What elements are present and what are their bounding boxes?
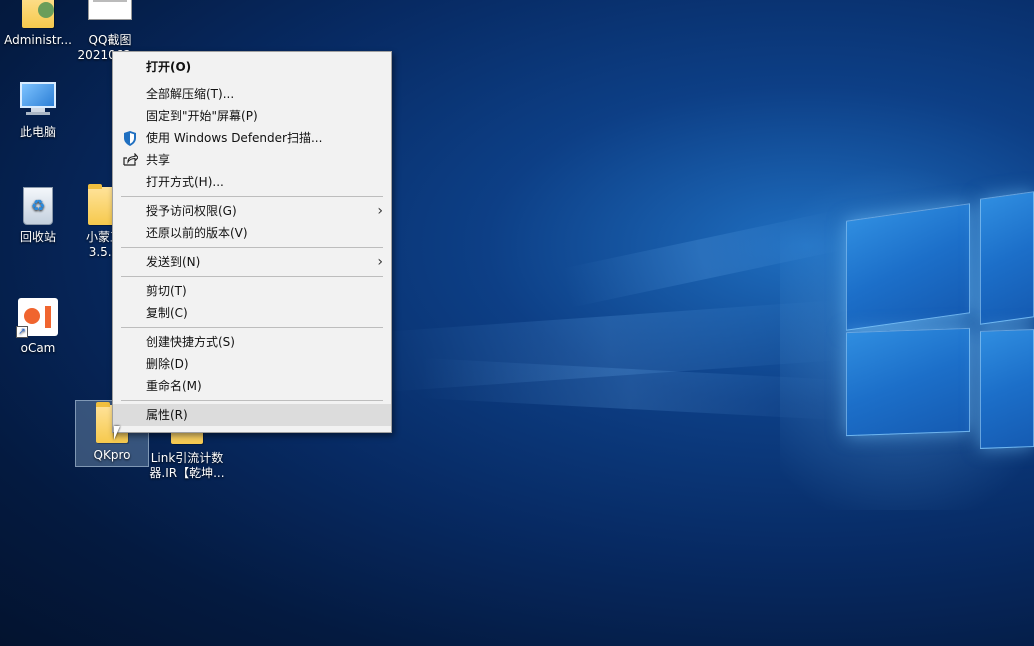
menu-item-open-with[interactable]: 打开方式(H)... bbox=[113, 171, 391, 193]
share-icon bbox=[122, 152, 139, 167]
computer-icon bbox=[16, 82, 60, 122]
menu-item-copy[interactable]: 复制(C) bbox=[113, 302, 391, 324]
desktop-icon-label: QQ截图 bbox=[88, 33, 132, 47]
light-beam bbox=[419, 358, 842, 420]
menu-item-label: 删除(D) bbox=[146, 357, 189, 371]
ocam-icon: ↗ bbox=[16, 298, 60, 338]
desktop-icon-label: oCam bbox=[20, 341, 56, 355]
menu-item-create-shortcut[interactable]: 创建快捷方式(S) bbox=[113, 331, 391, 353]
menu-item-label: 复制(C) bbox=[146, 306, 188, 320]
menu-item-label: 打开方式(H)... bbox=[146, 175, 224, 189]
menu-item-label: 创建快捷方式(S) bbox=[146, 335, 235, 349]
desktop-icon-ocam[interactable]: ↗ oCam bbox=[0, 296, 76, 356]
menu-item-delete[interactable]: 删除(D) bbox=[113, 353, 391, 375]
desktop-icon-label: 回收站 bbox=[19, 230, 56, 244]
logo-pane-top-right bbox=[980, 191, 1034, 325]
menu-item-label: 共享 bbox=[146, 153, 171, 167]
menu-item-give-access[interactable]: 授予访问权限(G) › bbox=[113, 200, 391, 222]
desktop-icon-this-pc[interactable]: 此电脑 bbox=[0, 78, 76, 140]
menu-item-label: 使用 Windows Defender扫描... bbox=[146, 131, 323, 145]
menu-item-label: 授予访问权限(G) bbox=[146, 204, 237, 218]
menu-item-label: 属性(R) bbox=[146, 408, 188, 422]
menu-item-share[interactable]: 共享 bbox=[113, 149, 391, 171]
menu-separator bbox=[121, 196, 383, 197]
shortcut-arrow-icon: ↗ bbox=[16, 326, 28, 338]
menu-item-extract-all[interactable]: 全部解压缩(T)... bbox=[113, 83, 391, 105]
menu-item-label: 打开(O) bbox=[146, 60, 192, 74]
menu-item-pin-start[interactable]: 固定到"开始"屏幕(P) bbox=[113, 105, 391, 127]
recycle-bin-icon: ♻ bbox=[16, 187, 60, 227]
desktop-icon-label: Administr... bbox=[4, 33, 72, 47]
desktop-icon-administrator[interactable]: Administr... bbox=[0, 0, 76, 48]
light-beam bbox=[561, 210, 845, 308]
shield-icon bbox=[122, 131, 138, 146]
user-folder-icon bbox=[16, 0, 60, 30]
menu-item-defender-scan[interactable]: 使用 Windows Defender扫描... bbox=[113, 127, 391, 149]
menu-item-rename[interactable]: 重命名(M) bbox=[113, 375, 391, 397]
menu-item-open[interactable]: 打开(O) bbox=[113, 56, 391, 78]
menu-item-send-to[interactable]: 发送到(N) › bbox=[113, 251, 391, 273]
menu-item-label: 发送到(N) bbox=[146, 255, 201, 269]
logo-pane-bottom-right bbox=[980, 329, 1034, 449]
menu-separator bbox=[121, 247, 383, 248]
desktop-icon-label: 此电脑 bbox=[19, 125, 56, 139]
image-file-icon bbox=[88, 0, 132, 30]
menu-item-label: 剪切(T) bbox=[146, 284, 187, 298]
desktop-icon-recycle-bin[interactable]: ♻ 回收站 bbox=[0, 185, 76, 245]
logo-pane-bottom-left bbox=[846, 327, 970, 437]
context-menu: 打开(O) 全部解压缩(T)... 固定到"开始"屏幕(P) 使用 Window… bbox=[112, 51, 392, 433]
menu-item-label: 重命名(M) bbox=[146, 379, 202, 393]
menu-separator bbox=[121, 327, 383, 328]
menu-item-restore-versions[interactable]: 还原以前的版本(V) bbox=[113, 222, 391, 244]
desktop-icon-label: QKpro bbox=[93, 448, 131, 462]
chevron-right-icon: › bbox=[377, 203, 383, 219]
menu-item-label: 还原以前的版本(V) bbox=[146, 226, 248, 240]
light-beam bbox=[379, 300, 843, 393]
desktop-icon-label: Link引流计数 bbox=[150, 451, 224, 465]
chevron-right-icon: › bbox=[377, 254, 383, 270]
menu-item-properties[interactable]: 属性(R) bbox=[113, 404, 391, 426]
menu-item-label: 固定到"开始"屏幕(P) bbox=[146, 109, 258, 123]
menu-separator bbox=[121, 276, 383, 277]
logo-pane-top-left bbox=[846, 203, 970, 331]
menu-item-cut[interactable]: 剪切(T) bbox=[113, 280, 391, 302]
menu-item-label: 全部解压缩(T)... bbox=[146, 87, 235, 101]
desktop-icon-label: 器.IR【乾坤... bbox=[149, 466, 225, 480]
mouse-cursor-icon bbox=[114, 426, 120, 440]
menu-separator bbox=[121, 400, 383, 401]
menu-spacer bbox=[121, 79, 383, 80]
